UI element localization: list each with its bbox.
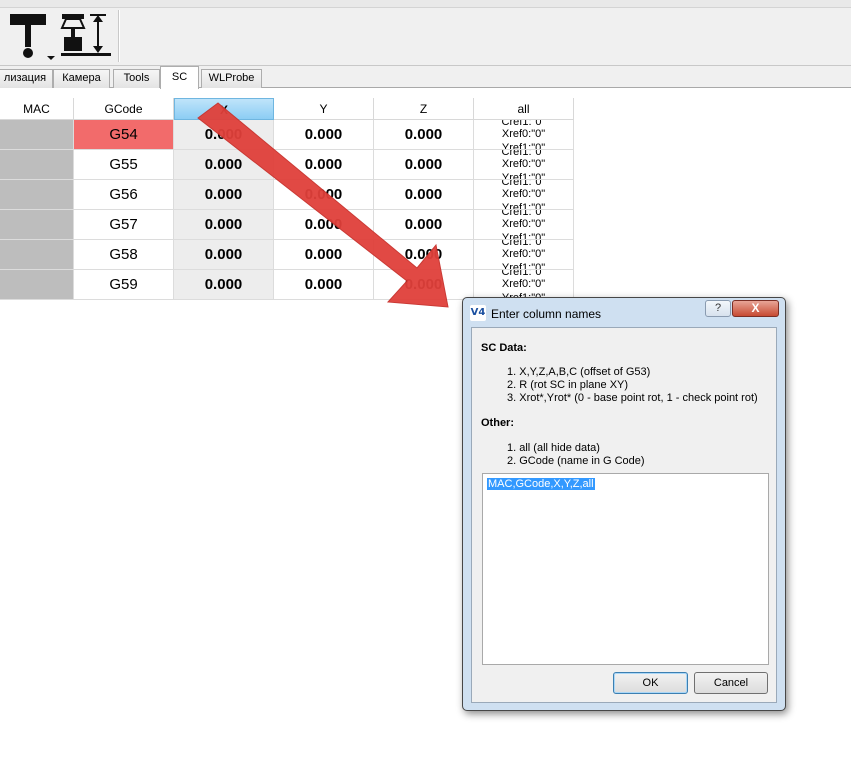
mac-cell[interactable] [0,180,74,210]
all-line-yref: Yref1:"0" [501,232,546,240]
gcode-cell[interactable]: G55 [74,150,174,180]
sc-item: 2. R (rot SC in plane XY) [507,379,629,391]
help-button[interactable]: ? [705,300,731,317]
all-line-cref: Cref1:"0" [501,240,546,248]
x-cell[interactable]: 0.000 [174,240,274,270]
x-cell[interactable]: 0.000 [174,210,274,240]
x-cell[interactable]: 0.000 [174,270,274,300]
all-line-yref: Yref1:"0" [501,202,546,210]
probe-tool-icon [10,14,55,60]
cancel-button[interactable]: Cancel [694,672,768,694]
mac-cell[interactable] [0,270,74,300]
table-row: G54 0.000 0.000 0.000 Cref1:"0" Xref0:"0… [0,120,574,150]
mac-cell[interactable] [0,240,74,270]
gcode-cell[interactable]: G56 [74,180,174,210]
column-names-input[interactable]: MAC,GCode,X,Y,Z,all [482,473,769,665]
dialog-title: Enter column names [491,307,602,321]
all-cell[interactable]: Cref1:"0" Xref0:"0" Yref1:"0" [474,240,574,270]
enter-column-names-dialog: V4 Enter column names ? X SC Data: 1. X,… [462,297,786,711]
all-line-cref: Cref1:"0" [501,270,546,278]
tab-tools[interactable]: Tools [113,69,160,88]
all-line-cref: Cref1:"0" [501,150,546,158]
dialog-app-icon: V4 [470,305,486,321]
tab-camera[interactable]: Камера [53,69,110,88]
mac-cell[interactable] [0,150,74,180]
close-button[interactable]: X [732,300,779,317]
toolbar-separator [118,10,120,62]
tab-sc[interactable]: SC [160,66,199,89]
gcode-cell[interactable]: G57 [74,210,174,240]
z-cell[interactable]: 0.000 [374,120,474,150]
y-cell[interactable]: 0.000 [274,120,374,150]
header-gcode[interactable]: GCode [74,98,174,120]
gcode-cell[interactable]: G59 [74,270,174,300]
header-mac[interactable]: MAC [0,98,74,120]
all-cell[interactable]: Cref1:"0" Xref0:"0" Yref1:"0" [474,210,574,240]
sc-item: 3. Xrot*,Yrot* (0 - base point rot, 1 - … [507,392,758,404]
selected-input-text: MAC,GCode,X,Y,Z,all [487,478,595,490]
header-x[interactable]: X [174,98,274,120]
table-row: G56 0.000 0.000 0.000 Cref1:"0" Xref0:"0… [0,180,574,210]
all-line-xref: Xref0:"0" [501,218,546,230]
toolbar [0,0,851,66]
probe-tool-button[interactable] [6,12,58,60]
all-cell[interactable]: Cref1:"0" Xref0:"0" Yref1:"0" [474,180,574,210]
tab-wlprobe[interactable]: WLProbe [201,69,262,88]
dropdown-arrow-icon [47,56,55,60]
x-cell[interactable]: 0.000 [174,120,274,150]
height-measure-icon [60,14,111,56]
mac-cell[interactable] [0,210,74,240]
all-line-yref: Yref1:"0" [501,142,546,150]
all-line-yref: Yref1:"0" [501,172,546,180]
height-measure-button[interactable] [60,12,112,58]
all-line-cref: Cref1:"0" [501,210,546,218]
z-cell[interactable]: 0.000 [374,270,474,300]
y-cell[interactable]: 0.000 [274,150,374,180]
other-heading: Other: [481,417,514,429]
tab-vizualizatsiya[interactable]: лизация [0,69,53,88]
table-row: G59 0.000 0.000 0.000 Cref1:"0" Xref0:"0… [0,270,574,300]
z-cell[interactable]: 0.000 [374,150,474,180]
x-cell[interactable]: 0.000 [174,180,274,210]
all-line-xref: Xref0:"0" [501,158,546,170]
table-row: G58 0.000 0.000 0.000 Cref1:"0" Xref0:"0… [0,240,574,270]
z-cell[interactable]: 0.000 [374,180,474,210]
all-line-xref: Xref0:"0" [501,188,546,200]
y-cell[interactable]: 0.000 [274,180,374,210]
all-cell[interactable]: Cref1:"0" Xref0:"0" Yref1:"0" [474,120,574,150]
table-row: G57 0.000 0.000 0.000 Cref1:"0" Xref0:"0… [0,210,574,240]
all-cell[interactable]: Cref1:"0" Xref0:"0" Yref1:"0" [474,150,574,180]
tab-bar: лизация Камера Tools SC WLProbe [0,66,851,89]
all-line-xref: Xref0:"0" [501,248,546,260]
header-y[interactable]: Y [274,98,374,120]
gcode-cell[interactable]: G54 [74,120,174,150]
gcode-cell[interactable]: G58 [74,240,174,270]
all-line-yref: Yref1:"0" [501,262,546,270]
dialog-content: SC Data: 1. X,Y,Z,A,B,C (offset of G53) … [471,327,777,703]
sc-data-heading: SC Data: [481,342,527,354]
all-line-xref: Xref0:"0" [501,128,546,140]
other-item: 2. GCode (name in G Code) [507,455,645,467]
mac-cell[interactable] [0,120,74,150]
all-line-cref: Cref1:"0" [501,180,546,188]
table-row: G55 0.000 0.000 0.000 Cref1:"0" Xref0:"0… [0,150,574,180]
z-cell[interactable]: 0.000 [374,210,474,240]
ok-button[interactable]: OK [613,672,688,694]
toolbar-top-strip [0,0,851,8]
y-cell[interactable]: 0.000 [274,210,374,240]
all-line-cref: Cref1:"0" [501,120,546,128]
z-cell[interactable]: 0.000 [374,240,474,270]
y-cell[interactable]: 0.000 [274,270,374,300]
all-line-xref: Xref0:"0" [501,278,546,290]
header-all[interactable]: all [474,98,574,120]
header-z[interactable]: Z [374,98,474,120]
sc-item: 1. X,Y,Z,A,B,C (offset of G53) [507,366,651,378]
other-item: 1. all (all hide data) [507,442,600,454]
all-cell[interactable]: Cref1:"0" Xref0:"0" Yref1:"0" [474,270,574,300]
x-cell[interactable]: 0.000 [174,150,274,180]
y-cell[interactable]: 0.000 [274,240,374,270]
